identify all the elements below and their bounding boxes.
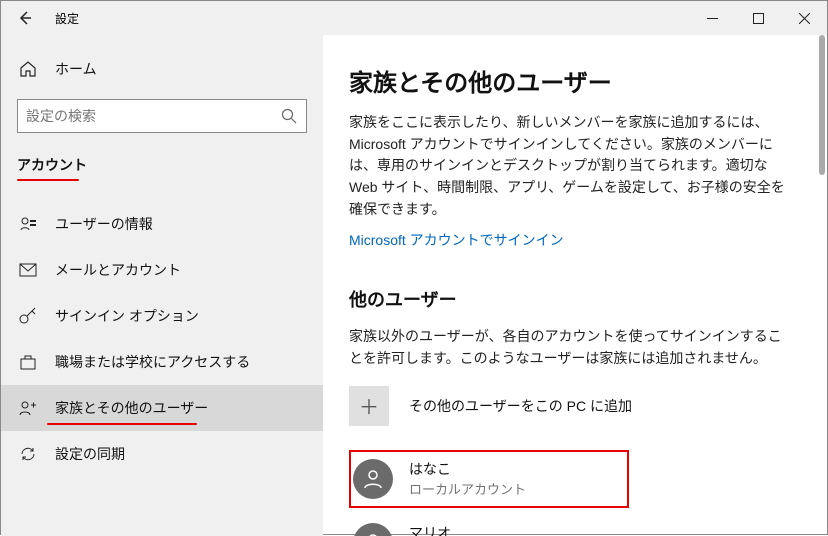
family-description: 家族をここに表示したり、新しいメンバーを家族に追加するには、Microsoft …	[349, 112, 793, 220]
sidebar-item-label: ユーザーの情報	[55, 214, 153, 234]
maximize-icon	[753, 13, 764, 24]
close-icon	[799, 13, 810, 24]
sidebar-item-label: メールとアカウント	[55, 260, 181, 280]
sidebar-item-label: 職場または学校にアクセスする	[55, 352, 250, 372]
sidebar-item-work-school[interactable]: 職場または学校にアクセスする	[1, 339, 323, 385]
page-title: 家族とその他のユーザー	[349, 63, 793, 98]
plus-icon: ＋	[349, 386, 389, 426]
scrollbar-thumb[interactable]	[819, 35, 825, 175]
people-icon	[19, 399, 37, 417]
search-input-wrapper[interactable]	[17, 99, 307, 133]
sidebar-item-email-accounts[interactable]: メールとアカウント	[1, 247, 323, 293]
other-users-description: 家族以外のユーザーが、各自のアカウントを使ってサインインすることを許可します。こ…	[349, 326, 793, 369]
sidebar-item-label: 設定の同期	[55, 444, 125, 464]
back-button[interactable]	[1, 1, 49, 35]
titlebar: 設定	[1, 1, 827, 35]
close-button[interactable]	[781, 1, 827, 35]
minimize-icon	[707, 13, 718, 24]
window-controls	[689, 1, 827, 35]
sidebar-item-user-info[interactable]: ユーザーの情報	[1, 201, 323, 247]
search-icon	[280, 107, 298, 125]
sidebar-nav: ユーザーの情報 メールとアカウント サインイン オプション 職場または学校にアク…	[1, 201, 323, 477]
sync-icon	[19, 445, 37, 463]
user-row-mario[interactable]: マリオ ローカルアカウント	[349, 514, 793, 536]
person-icon	[362, 532, 384, 536]
sidebar-item-family-users[interactable]: 家族とその他のユーザー	[1, 385, 323, 431]
search-input[interactable]	[26, 108, 280, 124]
person-icon	[362, 468, 384, 490]
sidebar-item-signin-options[interactable]: サインイン オプション	[1, 293, 323, 339]
user-name: マリオ	[409, 523, 526, 536]
add-user-label: その他のユーザーをこの PC に追加	[409, 396, 632, 416]
user-name: はなこ	[409, 459, 526, 479]
user-account-type: ローカルアカウント	[409, 479, 526, 498]
user-row-hanako[interactable]: はなこ ローカルアカウント	[349, 450, 629, 508]
minimize-button[interactable]	[689, 1, 735, 35]
sidebar: ホーム アカウント ユーザーの情報 メールとアカウント サインイン オプション …	[1, 35, 323, 536]
briefcase-icon	[19, 353, 37, 371]
sidebar-home[interactable]: ホーム	[1, 49, 323, 89]
sidebar-home-label: ホーム	[55, 59, 97, 79]
other-users-heading: 他のユーザー	[349, 286, 793, 312]
signin-link[interactable]: Microsoft アカウントでサインイン	[349, 230, 564, 250]
maximize-button[interactable]	[735, 1, 781, 35]
add-user-row[interactable]: ＋ その他のユーザーをこの PC に追加	[349, 386, 793, 426]
window-title: 設定	[55, 10, 79, 27]
home-icon	[19, 60, 37, 78]
sidebar-item-label: 家族とその他のユーザー	[55, 398, 208, 418]
person-card-icon	[19, 215, 37, 233]
avatar	[353, 523, 393, 536]
sidebar-item-label: サインイン オプション	[55, 306, 199, 326]
sidebar-item-sync[interactable]: 設定の同期	[1, 431, 323, 477]
avatar	[353, 459, 393, 499]
main-content: 家族とその他のユーザー 家族をここに表示したり、新しいメンバーを家族に追加するに…	[323, 35, 827, 536]
arrow-left-icon	[17, 10, 33, 26]
mail-icon	[19, 261, 37, 279]
key-icon	[19, 307, 37, 325]
sidebar-section-label: アカウント	[1, 147, 103, 179]
